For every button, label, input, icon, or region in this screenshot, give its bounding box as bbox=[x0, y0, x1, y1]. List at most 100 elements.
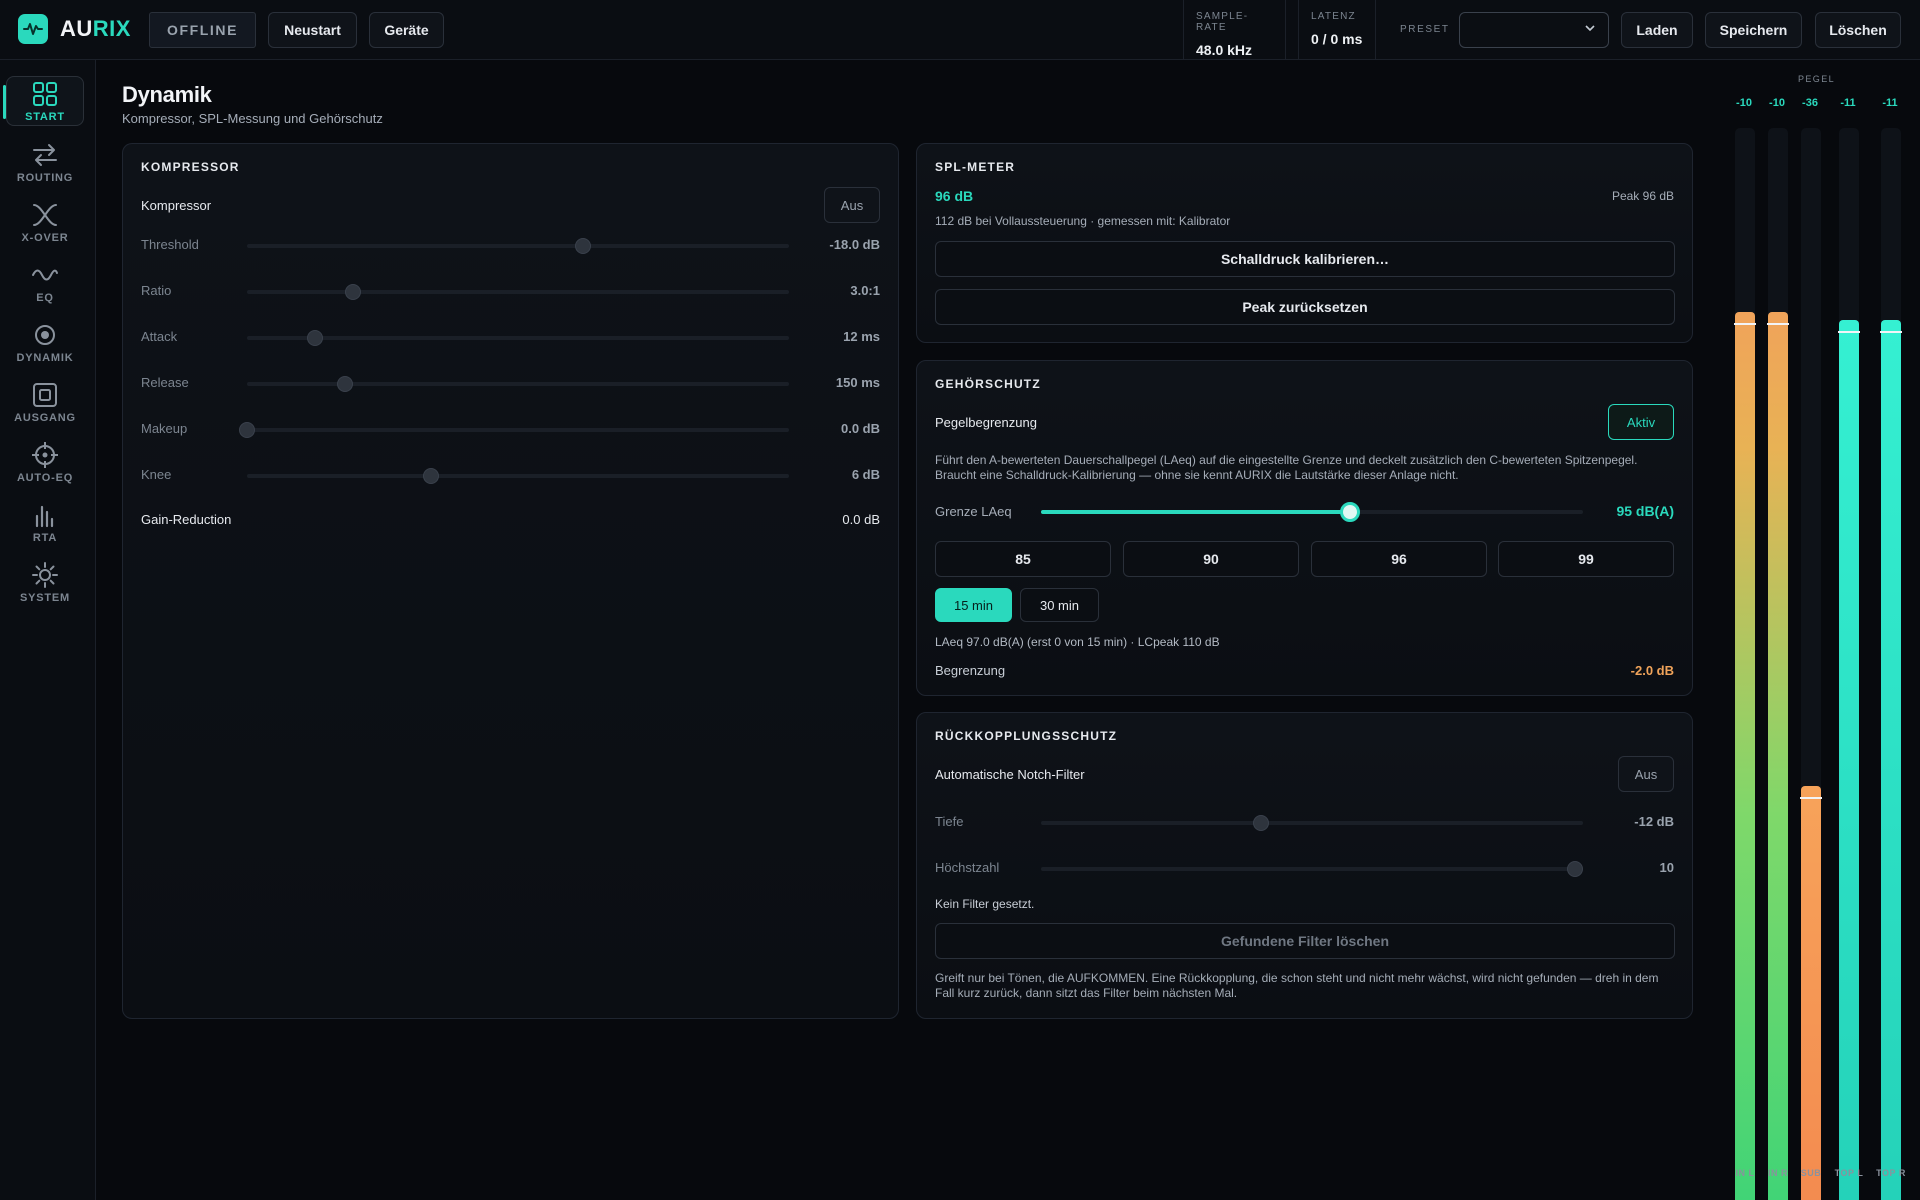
feedback-param-value: 10 bbox=[1659, 860, 1674, 875]
compressor-param-value: 150 ms bbox=[835, 375, 880, 390]
compressor-param-slider-thumb[interactable] bbox=[336, 376, 353, 392]
sidebar-item-label: DYNAMIK bbox=[16, 352, 74, 364]
feedback-param-label: Höchstzahl bbox=[935, 860, 1000, 875]
calibrate-spl-button[interactable]: Schalldruck kalibrieren… bbox=[935, 241, 1675, 277]
reset-peak-button[interactable]: Peak zurücksetzen bbox=[935, 289, 1675, 325]
compressor-param-slider[interactable] bbox=[247, 468, 789, 484]
hearing-protection-heading: GEHÖRSCHUTZ bbox=[935, 377, 1041, 391]
laeq-limit-slider[interactable] bbox=[1041, 502, 1583, 522]
meter-track bbox=[1767, 128, 1789, 1200]
crosshair-icon bbox=[32, 442, 58, 468]
compressor-param-slider-thumb[interactable] bbox=[306, 330, 323, 346]
meter-peak-marker bbox=[1800, 796, 1822, 799]
compressor-param-value: 6 dB bbox=[851, 467, 880, 482]
limiting-value: -2.0 dB bbox=[1630, 663, 1674, 678]
compressor-param-slider-thumb[interactable] bbox=[344, 284, 361, 300]
clear-filters-button[interactable]: Gefundene Filter löschen bbox=[935, 923, 1675, 959]
sidebar-item-eq[interactable]: EQ bbox=[6, 256, 84, 306]
crossover-icon bbox=[33, 204, 57, 226]
sidebar-item-system[interactable]: SYSTEM bbox=[6, 556, 84, 606]
level-meters: PEGEL -10 IN L -10 IN R -36 SUB -11 TOP … bbox=[1720, 60, 1920, 1200]
feedback-param-slider[interactable] bbox=[1041, 815, 1583, 831]
compressor-param-slider[interactable] bbox=[247, 330, 789, 346]
window-15min-button[interactable]: 15 min bbox=[935, 588, 1012, 622]
load-preset-button[interactable]: Laden bbox=[1621, 12, 1693, 48]
sidebar-item-x-over[interactable]: X-OVER bbox=[6, 196, 84, 246]
window-30min-button[interactable]: 30 min bbox=[1020, 588, 1099, 622]
latency-label: LATENZ bbox=[1311, 11, 1356, 22]
feedback-param-slider-thumb[interactable] bbox=[1252, 815, 1269, 831]
sidebar-item-label: RTA bbox=[32, 532, 58, 544]
sidebar-item-label: EQ bbox=[36, 292, 54, 304]
chevron-down-icon bbox=[1584, 21, 1596, 38]
waveform-logo-icon bbox=[18, 14, 48, 44]
meter-level-value: -36 bbox=[1802, 97, 1818, 109]
sidebar-item-dynamik[interactable]: DYNAMIK bbox=[6, 316, 84, 366]
meter-level-bar bbox=[1768, 312, 1788, 1200]
meter-track bbox=[1734, 128, 1756, 1200]
compressor-param-value: 3.0:1 bbox=[850, 283, 880, 298]
laeq-limit-value: 95 dB(A) bbox=[1616, 503, 1674, 519]
compressor-toggle-button[interactable]: Aus bbox=[824, 187, 880, 223]
compressor-param-value: 0.0 dB bbox=[840, 421, 880, 436]
latency-value: 0 / 0 ms bbox=[1311, 31, 1363, 47]
compressor-panel: KOMPRESSOR Kompressor Aus Threshold -18.… bbox=[122, 143, 899, 1019]
feedback-param-slider[interactable] bbox=[1041, 861, 1583, 877]
compressor-param-slider[interactable] bbox=[247, 238, 789, 254]
feedback-param-label: Tiefe bbox=[935, 814, 964, 829]
compressor-param-slider[interactable] bbox=[247, 376, 789, 392]
level-meter-channel: -10 IN R bbox=[1766, 60, 1789, 1200]
compressor-param-slider[interactable] bbox=[247, 284, 789, 300]
save-preset-button[interactable]: Speichern bbox=[1705, 12, 1802, 48]
sidebar-item-label: START bbox=[25, 111, 65, 123]
feedback-param-value: -12 dB bbox=[1634, 814, 1674, 829]
compressor-param-value: -18.0 dB bbox=[829, 237, 880, 252]
sidebar-item-auto-eq[interactable]: AUTO-EQ bbox=[6, 436, 84, 486]
laeq-limit-slider-thumb[interactable] bbox=[1339, 502, 1360, 522]
limit-preset-button[interactable]: 99 bbox=[1498, 541, 1674, 577]
sidebar-item-label: SYSTEM bbox=[19, 592, 71, 604]
compressor-param-label: Release bbox=[141, 375, 189, 390]
sidebar-item-label: AUSGANG bbox=[14, 412, 76, 424]
meter-track bbox=[1838, 128, 1860, 1200]
compressor-toggle-label: Kompressor bbox=[141, 198, 212, 213]
compressor-param-slider-thumb[interactable] bbox=[575, 238, 592, 254]
compressor-param-label: Attack bbox=[141, 329, 178, 344]
sidebar-item-rta[interactable]: RTA bbox=[6, 496, 84, 546]
restart-button[interactable]: Neustart bbox=[268, 12, 357, 48]
meter-peak-marker bbox=[1880, 330, 1902, 333]
top-bar: AURIX OFFLINE Neustart Geräte SAMPLE-RAT… bbox=[0, 0, 1920, 60]
spl-current-value: 96 dB bbox=[935, 188, 974, 204]
sidebar-item-start[interactable]: START bbox=[3, 76, 84, 126]
devices-button[interactable]: Geräte bbox=[369, 12, 444, 48]
compressor-param-label: Makeup bbox=[141, 421, 188, 436]
sidebar-item-label: ROUTING bbox=[16, 172, 74, 184]
compressor-param-slider-thumb[interactable] bbox=[423, 468, 440, 484]
level-meter-channel: -11 TOP R bbox=[1876, 60, 1905, 1200]
latency-display: LATENZ 0 / 0 ms bbox=[1298, 0, 1376, 60]
sidebar-item-ausgang[interactable]: AUSGANG bbox=[6, 376, 84, 426]
limit-preset-button[interactable]: 96 bbox=[1311, 541, 1487, 577]
notch-filter-toggle-button[interactable]: Aus bbox=[1618, 756, 1674, 792]
limit-preset-button[interactable]: 90 bbox=[1123, 541, 1299, 577]
delete-preset-button[interactable]: Löschen bbox=[1815, 12, 1901, 48]
level-meter-channel: -36 SUB bbox=[1799, 60, 1822, 1200]
hearing-protection-description: Führt den A-bewerteten Dauerschallpegel … bbox=[935, 453, 1638, 482]
meter-level-bar bbox=[1881, 319, 1901, 1200]
meter-level-value: -11 bbox=[1882, 97, 1898, 109]
meter-channel-name: SUB bbox=[1800, 1168, 1822, 1178]
sidebar-item-routing[interactable]: ROUTING bbox=[6, 136, 84, 186]
meter-level-bar bbox=[1839, 319, 1859, 1200]
page-title: Dynamik bbox=[122, 82, 212, 107]
meter-peak-marker bbox=[1838, 330, 1860, 333]
compressor-heading: KOMPRESSOR bbox=[141, 160, 240, 174]
compressor-param-slider-thumb[interactable] bbox=[239, 422, 255, 438]
level-limit-toggle-button[interactable]: Aktiv bbox=[1608, 404, 1674, 440]
compressor-param-slider[interactable] bbox=[239, 422, 789, 438]
level-limit-toggle-label: Pegelbegrenzung bbox=[935, 415, 1037, 430]
level-meter-channel: -10 IN L bbox=[1733, 60, 1756, 1200]
gain-reduction-label: Gain-Reduction bbox=[141, 512, 232, 527]
preset-select[interactable] bbox=[1459, 12, 1609, 48]
meter-level-bar bbox=[1735, 312, 1755, 1200]
limit-preset-button[interactable]: 85 bbox=[935, 541, 1111, 577]
